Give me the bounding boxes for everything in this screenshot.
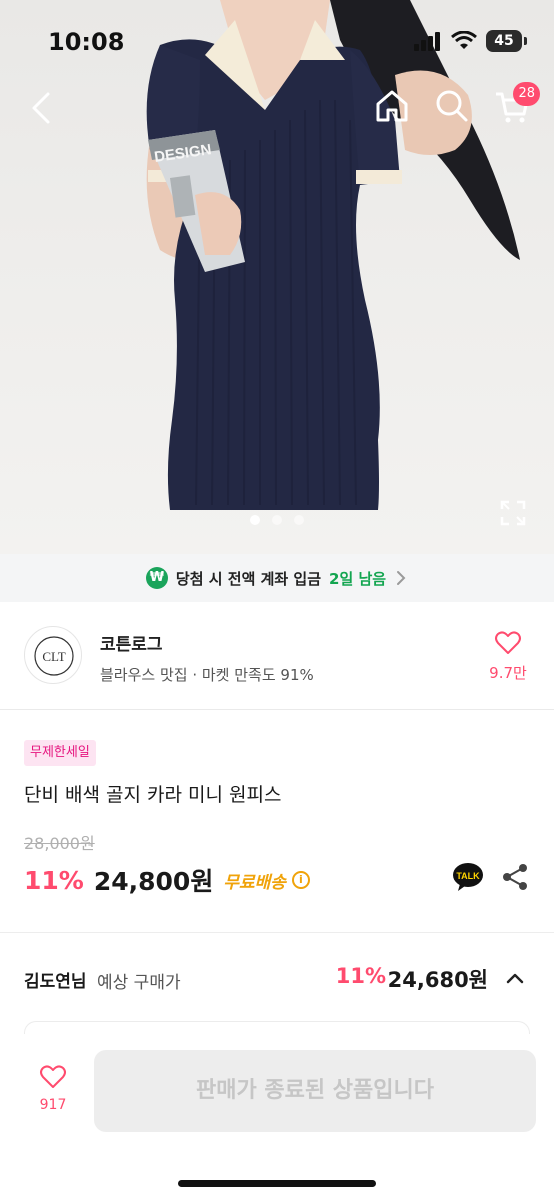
won-icon: ₩ <box>145 567 168 589</box>
kakao-talk-button[interactable]: TALK <box>452 862 484 892</box>
header-actions: 28 <box>372 82 540 126</box>
store-subtitle: 블라우스 맛집 · 마켓 만족도 91% <box>100 666 314 684</box>
store-like-count: 9.7만 <box>489 664 527 682</box>
battery-icon: 45 <box>486 30 527 52</box>
heart-icon <box>40 1065 66 1088</box>
pagination-dot[interactable] <box>272 515 282 525</box>
free-shipping-label: 무료배송 <box>223 872 286 893</box>
sale-badge: 무제한세일 <box>24 740 96 766</box>
store-logo-mark: CLT <box>34 636 74 676</box>
back-icon <box>32 92 50 124</box>
store-name[interactable]: 코튼로그 <box>100 630 163 655</box>
store-section[interactable]: CLT 코튼로그 블라우스 맛집 · 마켓 만족도 91% 9.7만 <box>0 602 554 710</box>
expected-discount-rate: 11% <box>335 964 386 988</box>
talk-icon: TALK <box>453 863 483 891</box>
product-title: 단비 배색 골지 카라 미니 원피스 <box>24 784 282 806</box>
original-price: 28,000원 <box>24 834 95 853</box>
expected-price-label: 예상 구매가 <box>97 973 181 993</box>
bottom-action-bar: 917 판매가 종료된 상품입니다 <box>0 1034 554 1200</box>
event-banner[interactable]: ₩ 당첨 시 전액 계좌 입금 2일 남음 <box>0 554 554 602</box>
expand-image-button[interactable] <box>500 500 526 526</box>
store-like-button[interactable]: 9.7만 <box>486 630 530 683</box>
gallery-pagination <box>0 515 554 525</box>
talk-label: TALK <box>456 871 480 881</box>
info-icon[interactable]: i <box>291 871 310 889</box>
store-logo-text: CLT <box>42 649 65 664</box>
product-like-count: 917 <box>39 1097 67 1113</box>
expected-price-toggle[interactable] <box>504 967 526 989</box>
expected-price: 24,680원 <box>387 968 488 992</box>
status-time: 10:08 <box>48 28 125 56</box>
status-icons: 45 <box>414 30 527 52</box>
product-like-button[interactable]: 917 <box>26 1064 80 1113</box>
sale-price: 24,800원 <box>93 867 214 896</box>
share-icon <box>503 864 527 890</box>
home-indicator <box>178 1180 376 1187</box>
heart-icon <box>495 631 521 654</box>
cellular-signal-icon <box>414 32 440 51</box>
search-icon <box>436 90 468 122</box>
pagination-dot-active[interactable] <box>250 515 260 525</box>
status-bar: 10:08 45 <box>0 0 554 88</box>
wifi-icon <box>451 31 477 49</box>
cart-count-badge: 28 <box>513 82 540 106</box>
store-logo[interactable]: CLT <box>24 626 82 684</box>
event-text: 당첨 시 전액 계좌 입금 <box>175 569 322 588</box>
purchase-button-disabled[interactable]: 판매가 종료된 상품입니다 <box>94 1050 536 1132</box>
expand-icon <box>500 500 526 526</box>
event-days-left: 2일 남음 <box>329 569 387 588</box>
discount-rate: 11% <box>24 865 84 895</box>
cart-button[interactable]: 28 <box>492 82 540 126</box>
home-button[interactable] <box>372 86 412 126</box>
price-row: 11% 24,800원 무료배송 i <box>24 862 310 898</box>
back-button[interactable] <box>24 88 60 128</box>
home-icon <box>376 90 408 122</box>
share-button[interactable] <box>500 862 530 892</box>
chevron-up-icon <box>506 973 524 984</box>
expected-price-section[interactable]: 김도연님 예상 구매가 11% 24,680원 <box>0 933 554 1023</box>
user-name: 김도연님 <box>24 972 87 992</box>
chevron-right-icon <box>397 571 406 585</box>
search-button[interactable] <box>432 86 472 126</box>
product-image-gallery[interactable]: DESIGN 10:08 45 28 <box>0 0 554 554</box>
pagination-dot[interactable] <box>294 515 304 525</box>
